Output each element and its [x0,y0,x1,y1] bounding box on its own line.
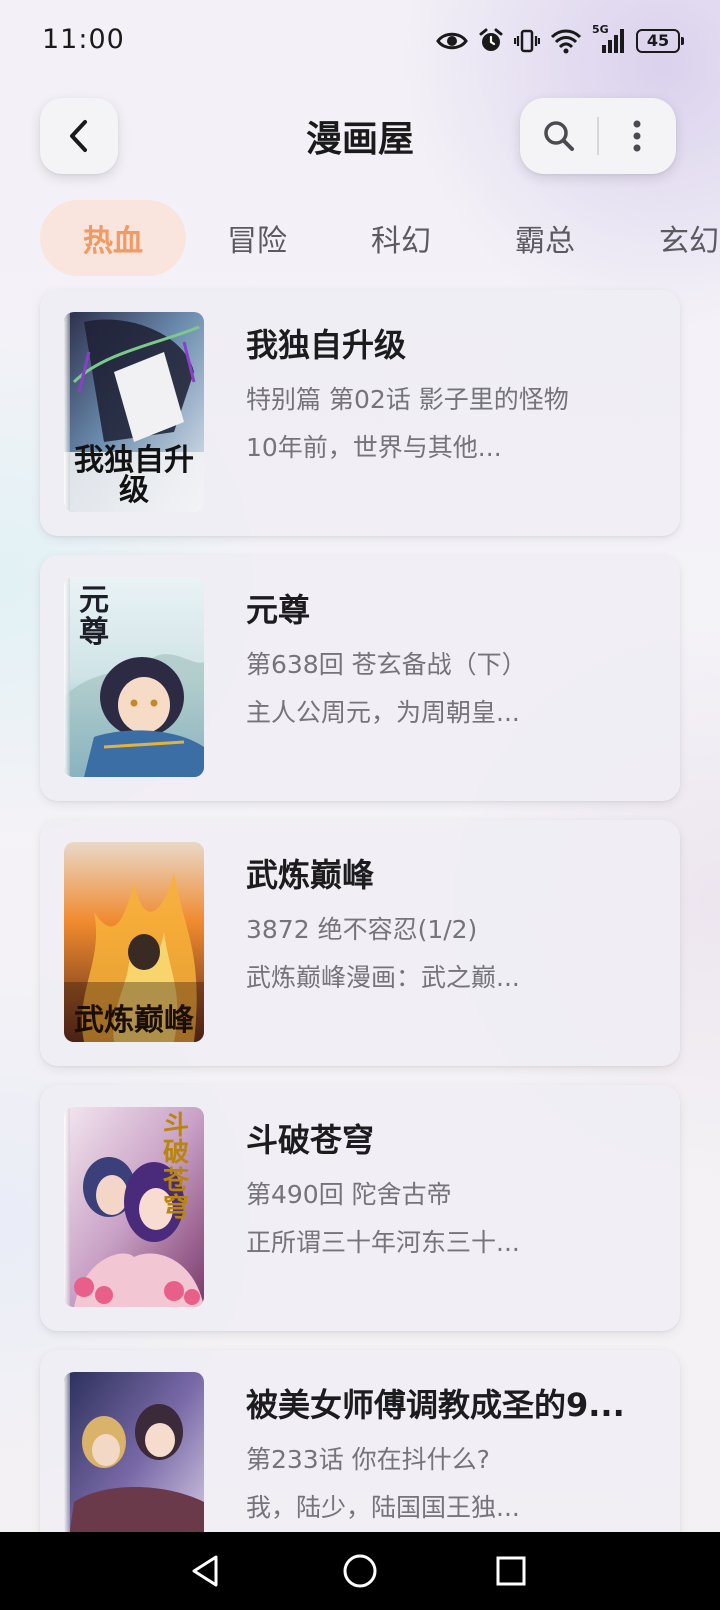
system-nav-bar [0,1532,720,1610]
status-bar: 11:00 5G 45 [0,0,720,82]
comic-description: 正所谓三十年河东三十... [246,1228,520,1257]
tab-xuanhuan[interactable]: 玄幻 [616,200,720,276]
comic-title: 武炼巅峰 [246,856,375,894]
eye-icon [436,32,468,50]
comic-latest-chapter: 第233话 你在抖什么? [246,1445,490,1474]
battery-icon: 45 [636,29,684,53]
comic-description: 我，陆少，陆国国王独... [246,1493,520,1522]
back-button[interactable] [40,98,118,174]
comic-latest-chapter: 3872 绝不容忍(1/2) [246,915,478,944]
comic-cover: 武炼巅峰 [64,842,204,1042]
comic-cover: 我独自升级 [64,312,204,512]
comic-cover: 元尊 [64,577,204,777]
cover-title: 我独自升级 [74,443,194,508]
header-actions [520,98,676,174]
comic-latest-chapter: 特别篇 第02话 影子里的怪物 [246,385,569,414]
tab-kehuan[interactable]: 科幻 [328,200,474,276]
comic-title: 被美女师傅调教成圣的9... [246,1386,625,1424]
comic-title: 我独自升级 [246,326,407,364]
nav-recents-button[interactable] [466,1532,556,1610]
more-button[interactable] [599,98,676,174]
tab-rexue[interactable]: 热血 [40,200,186,276]
status-icons: 5G 45 [436,23,684,56]
comic-description: 10年前，世界与其他... [246,433,502,462]
vibrate-icon [514,29,540,53]
comic-title: 元尊 [246,591,311,629]
search-button[interactable] [520,98,597,174]
comic-card[interactable]: 斗破苍穹 斗破苍穹 第490回 陀舍古帝 正所谓三十年河东三十... [40,1085,680,1331]
cover-title: 元尊 [79,583,109,650]
nav-home-button[interactable] [315,1532,405,1610]
comic-description: 主人公周元，为周朝皇... [246,698,520,727]
signal-icon: 5G [592,23,626,55]
comic-title: 斗破苍穹 [246,1121,375,1159]
comic-card[interactable]: 我独自升级 我独自升级 特别篇 第02话 影子里的怪物 10年前，世界与其他..… [40,290,680,536]
comic-card[interactable]: 武炼巅峰 武炼巅峰 3872 绝不容忍(1/2) 武炼巅峰漫画：武之巅... [40,820,680,1066]
comic-card[interactable]: 元尊 元尊 第638回 苍玄备战（下） 主人公周元，为周朝皇... [40,555,680,801]
tab-bazong[interactable]: 霸总 [472,200,618,276]
battery-level: 45 [646,31,670,50]
chevron-left-icon [70,120,87,152]
wifi-icon [550,29,582,54]
search-icon [543,121,574,151]
tab-maoxian[interactable]: 冒险 [184,200,330,276]
comic-description: 武炼巅峰漫画：武之巅... [246,963,520,992]
comic-latest-chapter: 第638回 苍玄备战（下） [246,650,527,679]
nav-back-button[interactable] [160,1532,250,1610]
comic-cover: 斗破苍穹 [64,1107,204,1307]
more-vertical-icon [633,120,641,152]
comic-latest-chapter: 第490回 陀舍古帝 [246,1180,452,1209]
cover-title: 斗破苍穹 [162,1111,189,1223]
triangle-back-icon [192,1555,218,1587]
category-tabs: 热血 冒险 科幻 霸总 玄幻 [40,200,720,276]
status-time: 11:00 [42,24,125,55]
circle-home-icon [343,1554,377,1588]
alarm-icon [479,28,503,51]
square-recents-icon [496,1556,526,1586]
cover-title: 武炼巅峰 [74,1003,194,1038]
